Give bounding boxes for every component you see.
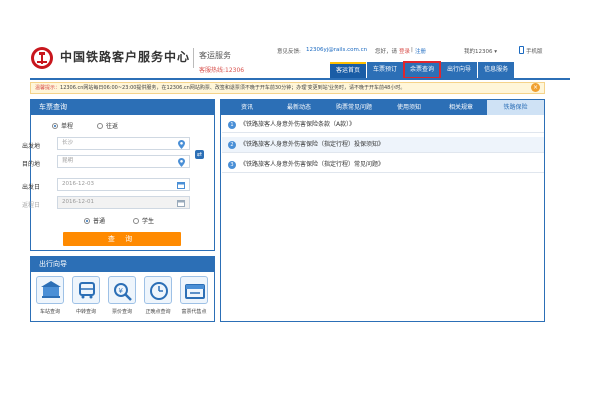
list-number: 1 bbox=[228, 121, 236, 129]
nav-divider bbox=[30, 78, 570, 80]
mobile-icon bbox=[519, 46, 524, 54]
list-item[interactable]: 2 《铁路旅客人身意外伤害保险（指定行程）投保须知》 bbox=[222, 137, 544, 153]
calendar-icon[interactable] bbox=[177, 181, 185, 189]
login-link[interactable]: 登录 bbox=[399, 47, 410, 55]
mobile-link[interactable]: 手机版 bbox=[519, 46, 543, 55]
brand-divider bbox=[193, 48, 194, 68]
list-item[interactable]: 1 《铁路旅客人身意外伤害保险条款（A款）》 bbox=[222, 117, 544, 133]
transfer-icon bbox=[72, 276, 100, 304]
depart-date-field[interactable]: 2016-12-03 bbox=[57, 178, 190, 191]
adult-ticket-label: 普通 bbox=[93, 218, 106, 225]
nav-info-service[interactable]: 信息服务 bbox=[478, 62, 515, 78]
tab-regulations[interactable]: 相关规章 bbox=[435, 100, 487, 115]
caret-down-icon: ▾ bbox=[494, 49, 498, 55]
notice-bar: 温馨提示：12306.cn网站每日06:00~23:00提供服务，在12306.… bbox=[30, 82, 545, 94]
depart-date-value: 2016-12-03 bbox=[62, 181, 94, 187]
tab-faq[interactable]: 购票常见问题 bbox=[325, 100, 383, 115]
return-label: 返程日 bbox=[22, 202, 41, 209]
panel-title: 车票查询 bbox=[31, 100, 214, 115]
nav-home[interactable]: 客运首页 bbox=[330, 62, 367, 78]
clock-icon bbox=[144, 276, 172, 304]
info-tabs: 资讯 最新动态 购票常见问题 使用须知 相关规章 铁路保险 bbox=[221, 100, 544, 115]
guide-label: 票价查询 bbox=[111, 309, 132, 315]
round-trip-radio[interactable]: 往返 bbox=[97, 121, 118, 130]
tab-notes[interactable]: 使用须知 bbox=[383, 100, 435, 115]
svg-text:¥: ¥ bbox=[119, 287, 124, 295]
guide-delay-query[interactable]: 正晚点查询 bbox=[143, 276, 173, 315]
radio-dot bbox=[133, 218, 139, 224]
list-number: 3 bbox=[228, 161, 236, 169]
guide-label: 富票代售点 bbox=[181, 309, 207, 315]
calendar-icon[interactable] bbox=[177, 199, 185, 207]
info-panel: 资讯 最新动态 购票常见问题 使用须知 相关规章 铁路保险 1 《铁路旅客人身意… bbox=[220, 99, 545, 322]
nav-remaining-tickets[interactable]: 余票查询 bbox=[403, 61, 442, 79]
railway-logo-icon[interactable] bbox=[30, 46, 54, 70]
agency-icon bbox=[180, 276, 208, 304]
from-placeholder: 长沙 bbox=[62, 140, 74, 146]
list-item[interactable]: 3 《铁路旅客人身意外伤害保险（指定行程）常见问题》 bbox=[222, 157, 544, 173]
notice-text: 12306.cn网站每日06:00~23:00提供服务，在12306.cn网站购… bbox=[60, 85, 406, 91]
price-icon: ¥ bbox=[108, 276, 136, 304]
to-station-field[interactable]: 昆明 bbox=[57, 155, 190, 168]
page: 中国铁路客户服务中心 客运服务 客服热线:12306 意见反馈: 12306yj… bbox=[0, 0, 600, 400]
my12306-menu[interactable]: 我的12306 ▾ bbox=[464, 47, 497, 55]
brand-name: 中国铁路客户服务中心 bbox=[60, 50, 191, 64]
register-link[interactable]: 注册 bbox=[415, 47, 426, 55]
location-pin-icon[interactable] bbox=[178, 158, 185, 167]
from-station-field[interactable]: 长沙 bbox=[57, 137, 190, 150]
to-label: 目的地 bbox=[22, 161, 41, 168]
student-ticket-radio[interactable]: 学生 bbox=[133, 216, 154, 225]
depart-label: 出发日 bbox=[22, 184, 41, 191]
main-nav: 客运首页 车票预订 余票查询 出行向导 信息服务 bbox=[330, 61, 515, 79]
return-date-field[interactable]: 2016-12-01 bbox=[57, 196, 190, 209]
feedback-label: 意见反馈: bbox=[277, 49, 301, 55]
nav-booking[interactable]: 车票预订 bbox=[367, 62, 404, 78]
my12306-label: 我的12306 bbox=[464, 49, 493, 55]
guide-agency-query[interactable]: 富票代售点 bbox=[179, 276, 209, 315]
student-ticket-label: 学生 bbox=[142, 218, 155, 225]
radio-dot bbox=[52, 123, 58, 129]
guide-label: 车站查询 bbox=[39, 309, 60, 315]
round-trip-label: 往返 bbox=[106, 123, 119, 130]
to-placeholder: 昆明 bbox=[62, 158, 74, 164]
radio-dot bbox=[84, 218, 90, 224]
list-item-link[interactable]: 《铁路旅客人身意外伤害保险（指定行程）投保须知》 bbox=[240, 141, 384, 148]
mobile-label: 手机版 bbox=[526, 49, 543, 55]
station-icon bbox=[36, 276, 64, 304]
list-item-link[interactable]: 《铁路旅客人身意外伤害保险（指定行程）常见问题》 bbox=[240, 161, 384, 168]
service-name: 客运服务 bbox=[199, 51, 231, 60]
adult-ticket-radio[interactable]: 普通 bbox=[84, 216, 105, 225]
radio-dot bbox=[97, 123, 103, 129]
guide-title: 出行向导 bbox=[31, 257, 214, 272]
return-date-value: 2016-12-01 bbox=[62, 199, 94, 205]
nav-travel-guide[interactable]: 出行向导 bbox=[441, 62, 478, 78]
location-pin-icon[interactable] bbox=[178, 140, 185, 149]
from-label: 出发地 bbox=[22, 143, 41, 150]
feedback-email-link[interactable]: 12306yj@rails.com.cn bbox=[306, 47, 367, 53]
one-way-radio[interactable]: 单程 bbox=[52, 121, 73, 130]
one-way-label: 单程 bbox=[61, 123, 74, 130]
guide-price-query[interactable]: ¥ 票价查询 bbox=[107, 276, 137, 315]
list-item-link[interactable]: 《铁路旅客人身意外伤害保险条款（A款）》 bbox=[240, 121, 355, 128]
hotline: 客服热线:12306 bbox=[199, 67, 245, 74]
separator: | bbox=[411, 47, 413, 53]
guide-transfer-query[interactable]: 中转查询 bbox=[71, 276, 101, 315]
query-button[interactable]: 查 询 bbox=[63, 232, 181, 246]
guide-station-query[interactable]: 车站查询 bbox=[35, 276, 65, 315]
swap-stations-icon[interactable]: ⇄ bbox=[195, 150, 204, 159]
tab-latest[interactable]: 最新动态 bbox=[273, 100, 325, 115]
list-number: 2 bbox=[228, 141, 236, 149]
tab-news[interactable]: 资讯 bbox=[221, 100, 273, 115]
welcome-text: 您好，请 bbox=[375, 49, 398, 55]
close-icon[interactable]: × bbox=[531, 83, 540, 92]
tab-insurance[interactable]: 铁路保险 bbox=[487, 100, 544, 115]
notice-label: 温馨提示： bbox=[35, 85, 61, 91]
guide-label: 正晚点查询 bbox=[145, 309, 171, 315]
guide-label: 中转查询 bbox=[75, 309, 96, 315]
travel-guide-panel: 出行向导 车站查询 中转查询 ¥ 票价查询 正晚点查询 富票代售点 bbox=[30, 256, 215, 322]
